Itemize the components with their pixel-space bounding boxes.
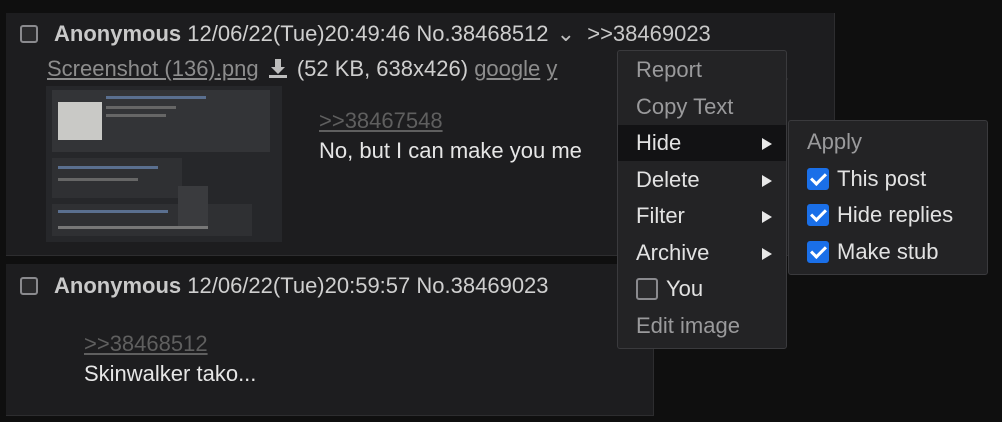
menu-item-archive[interactable]: Archive (618, 235, 786, 271)
google-search-link[interactable]: google (474, 56, 540, 81)
comment-text: Skinwalker tako... (84, 361, 257, 386)
poster-name: Anonymous (54, 21, 182, 46)
this-post-label: This post (837, 166, 927, 191)
post-number[interactable]: No.38469023 (416, 273, 548, 298)
poster-name: Anonymous (54, 273, 182, 298)
submenu-item-this-post[interactable]: This post (789, 161, 987, 197)
image-thumbnail[interactable] (46, 86, 282, 242)
hide-replies-label: Hide replies (837, 202, 954, 227)
you-checkbox[interactable] (636, 278, 658, 300)
menu-item-report[interactable]: Report (618, 52, 786, 88)
file-size-dimensions: (52 KB, 638x426) (296, 56, 469, 81)
post-number[interactable]: No.38468512 (416, 21, 548, 46)
menu-item-filter[interactable]: Filter (618, 198, 786, 234)
this-post-checkbox[interactable] (807, 168, 829, 190)
post-select-checkbox[interactable] (20, 25, 38, 43)
menu-item-you-label: You (666, 276, 704, 301)
yandex-search-link[interactable]: y (546, 56, 557, 81)
menu-item-filter-label: Filter (636, 203, 685, 228)
menu-item-delete-label: Delete (636, 167, 700, 192)
make-stub-label: Make stub (837, 239, 939, 264)
triangle-right-icon (762, 211, 772, 223)
hide-submenu: Apply This post Hide replies Make stub (788, 120, 988, 275)
post-header: Anonymous 12/06/22(Tue)20:49:46 No.38468… (54, 21, 711, 47)
comment-text: No, but I can make you me (319, 138, 582, 163)
menu-item-copy-text[interactable]: Copy Text (618, 89, 786, 125)
download-icon[interactable] (267, 57, 289, 79)
menu-item-you[interactable]: You (618, 271, 786, 307)
triangle-right-icon (762, 175, 772, 187)
quote-link[interactable]: >>38468512 (84, 331, 256, 357)
menu-item-hide-label: Hide (636, 130, 682, 155)
submenu-item-apply[interactable]: Apply (789, 124, 987, 160)
backlink[interactable]: >>38469023 (587, 21, 711, 46)
hide-replies-checkbox[interactable] (807, 204, 829, 226)
post-context-menu: Report Copy Text Hide Delete Filter Arch… (617, 50, 787, 349)
menu-item-delete[interactable]: Delete (618, 162, 786, 198)
post-comment: >>38467548 No, but I can make you me (319, 108, 582, 164)
file-info-line: Screenshot (136).png (52 KB, 638x426) go… (47, 56, 557, 82)
post-comment: >>38468512 Skinwalker tako... (84, 331, 256, 387)
menu-item-edit-image[interactable]: Edit image (618, 308, 786, 344)
submenu-item-hide-replies[interactable]: Hide replies (789, 197, 987, 233)
quote-link[interactable]: >>38467548 (319, 108, 582, 134)
post-header: Anonymous 12/06/22(Tue)20:59:57 No.38469… (54, 273, 549, 299)
post-38469023: Anonymous 12/06/22(Tue)20:59:57 No.38469… (6, 264, 654, 416)
triangle-right-icon (762, 138, 772, 150)
make-stub-checkbox[interactable] (807, 241, 829, 263)
post-select-checkbox[interactable] (20, 277, 38, 295)
menu-item-archive-label: Archive (636, 240, 710, 265)
post-datetime: 12/06/22(Tue)20:59:57 (187, 273, 411, 298)
post-menu-toggle[interactable]: ⌄ (557, 21, 575, 46)
submenu-item-make-stub[interactable]: Make stub (789, 234, 987, 270)
post-datetime: 12/06/22(Tue)20:49:46 (187, 21, 411, 46)
menu-item-hide[interactable]: Hide (618, 125, 786, 161)
file-name-link[interactable]: Screenshot (136).png (47, 56, 259, 81)
triangle-right-icon (762, 248, 772, 260)
